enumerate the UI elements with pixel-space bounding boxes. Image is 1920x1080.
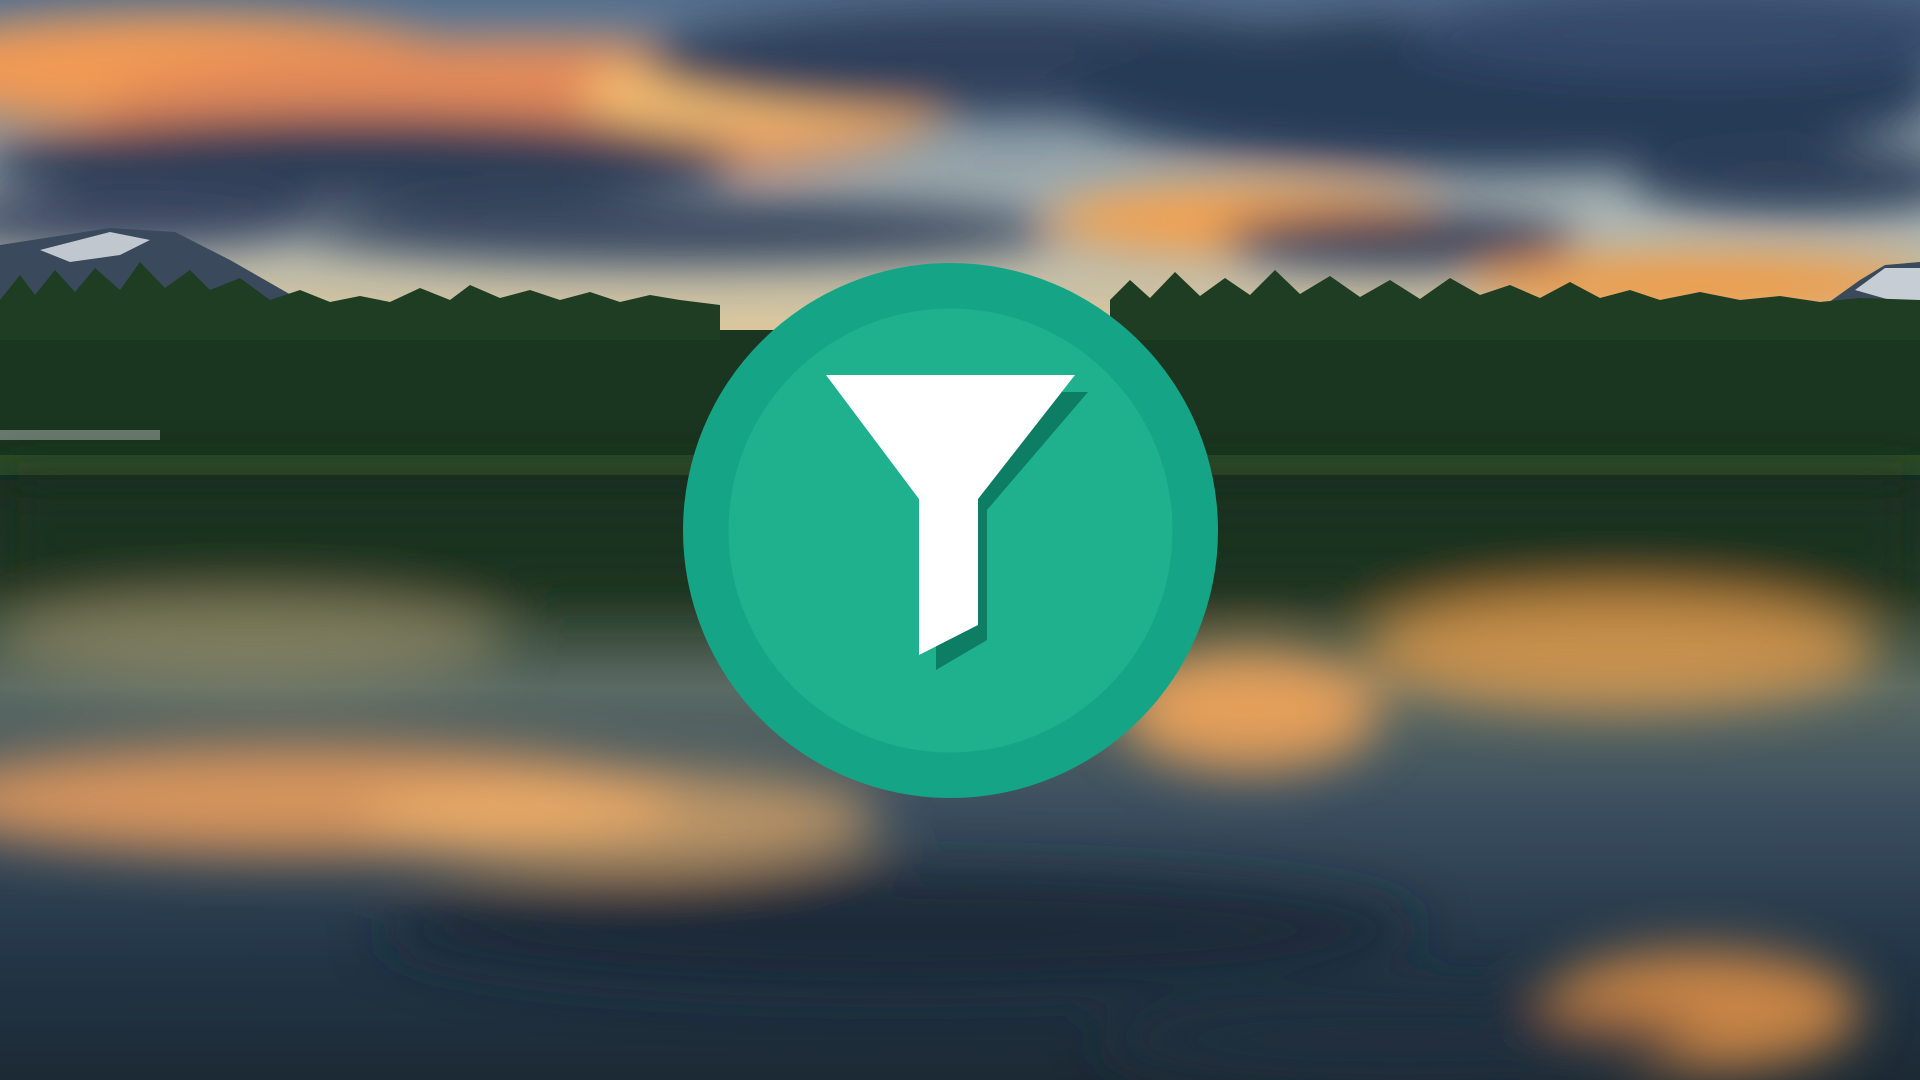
filter-badge xyxy=(683,263,1218,798)
